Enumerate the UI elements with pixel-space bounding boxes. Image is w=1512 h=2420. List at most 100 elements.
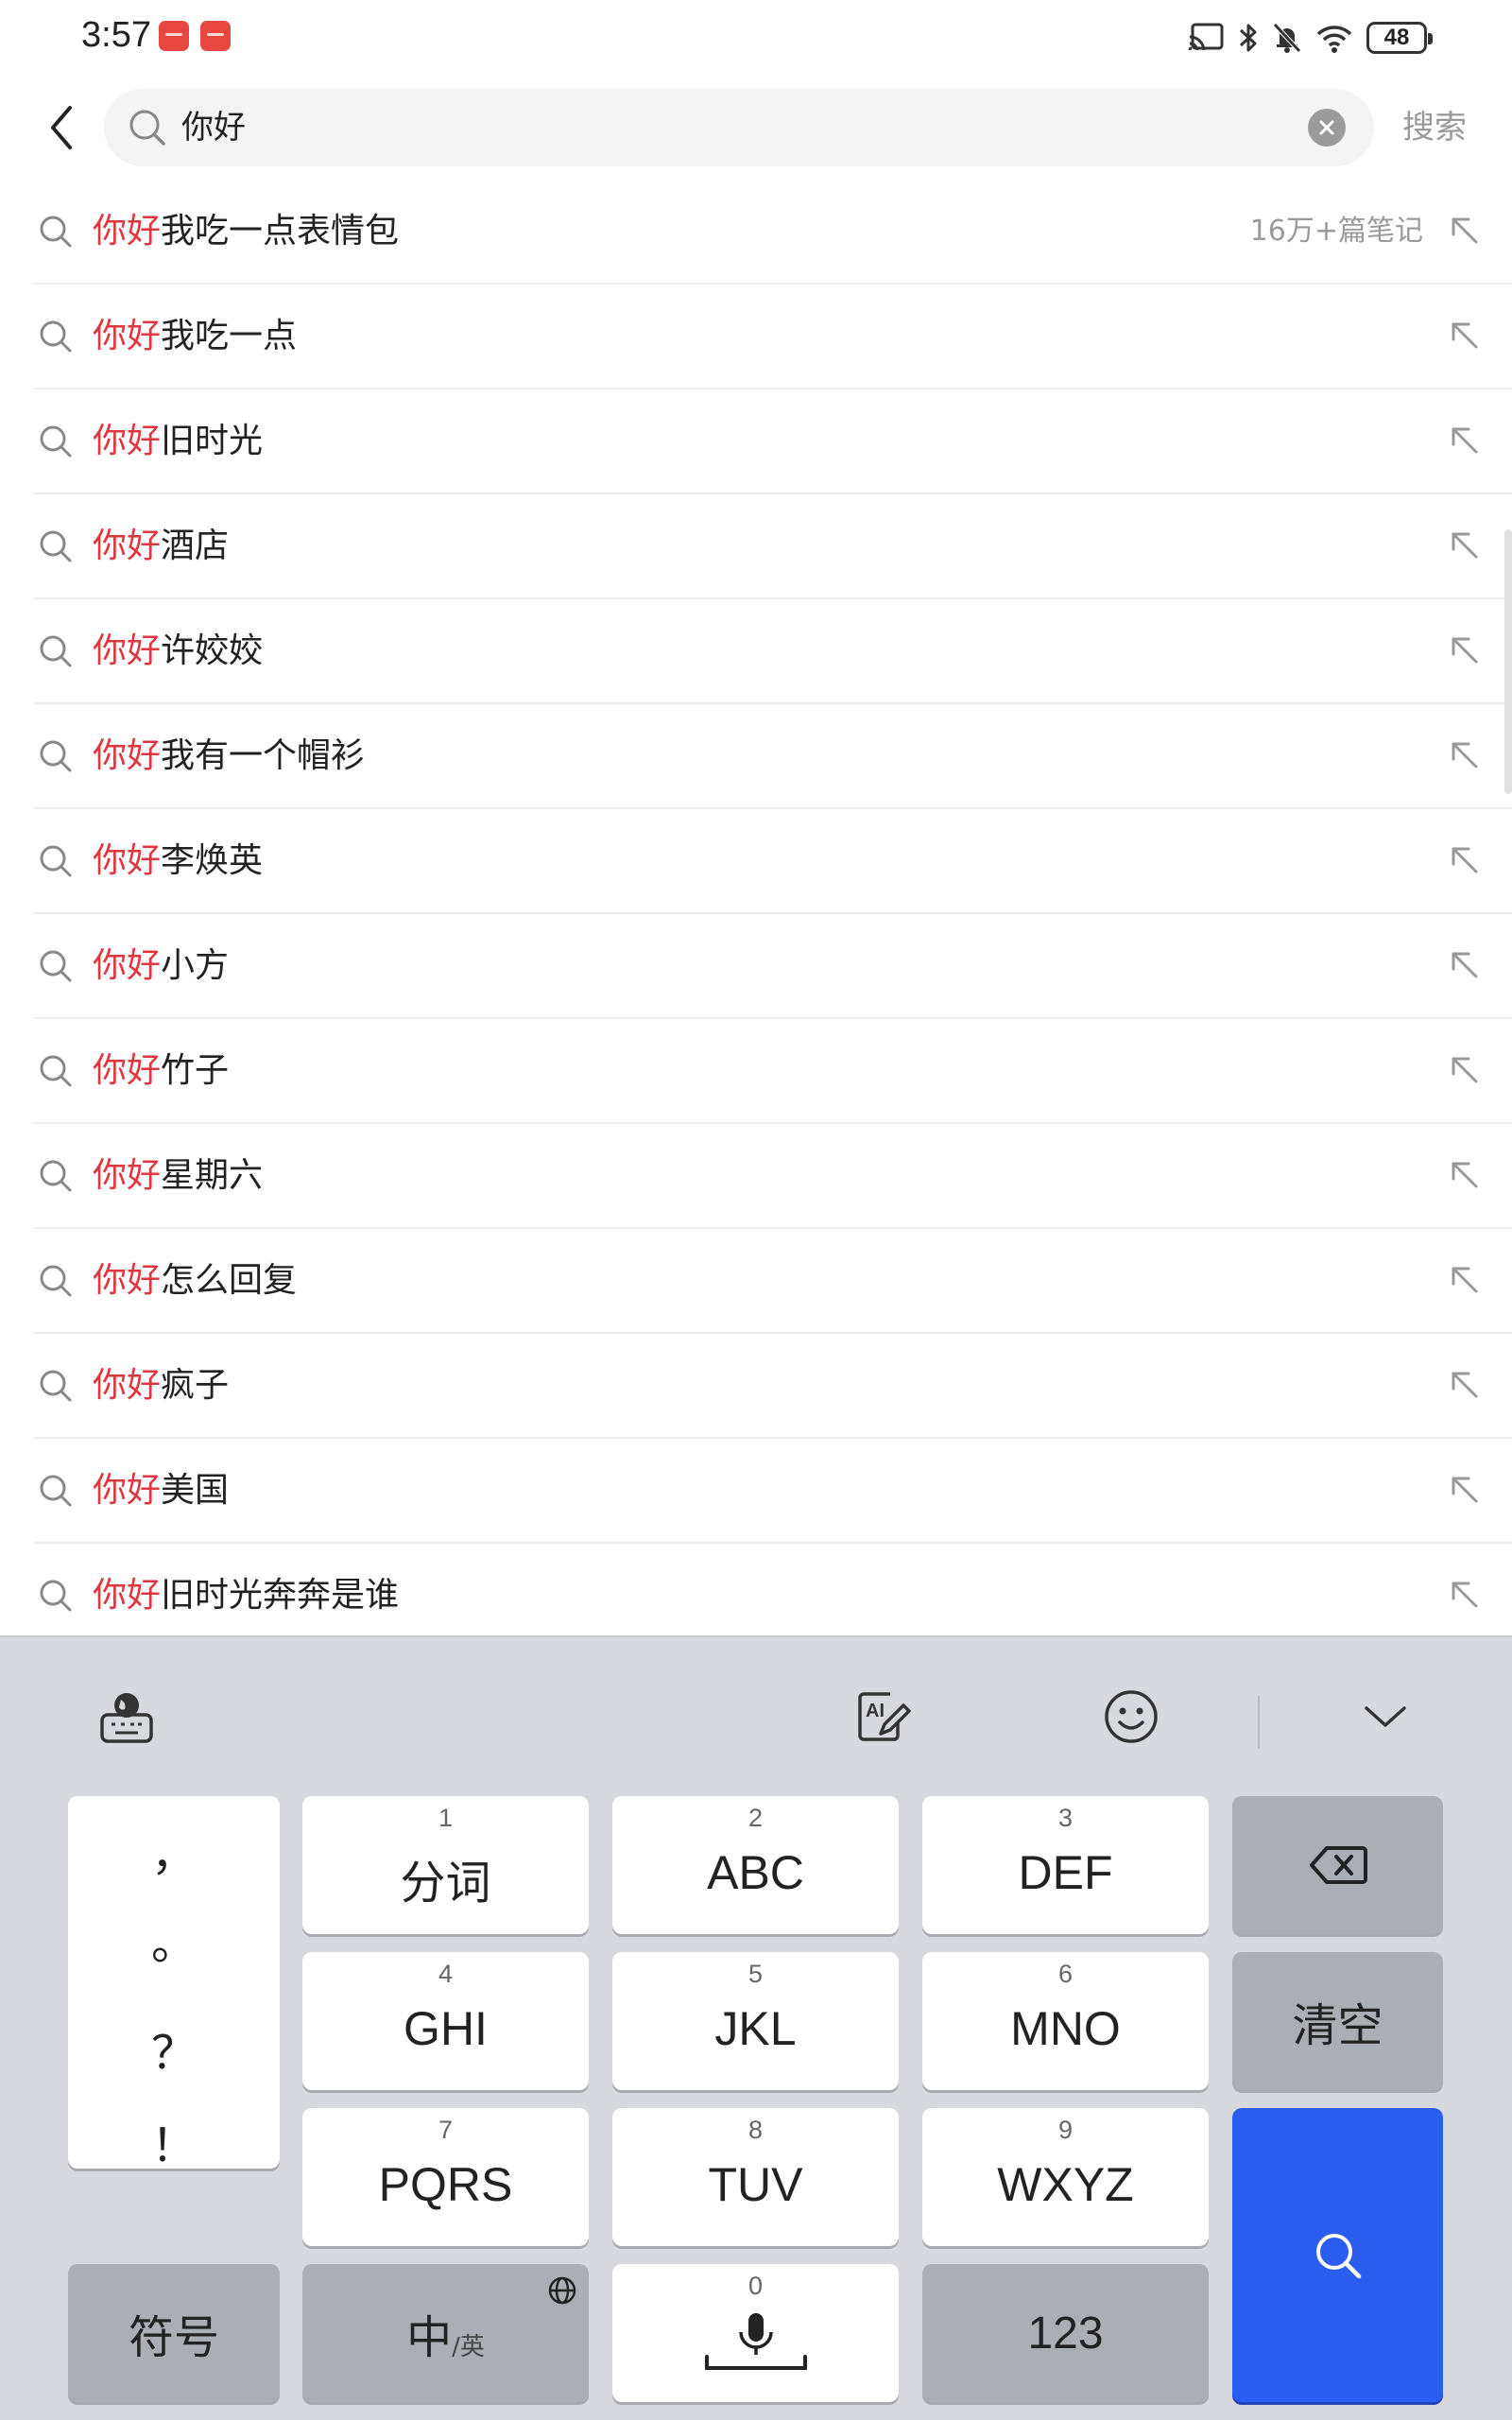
- suggestion-text: 你好星期六: [93, 1124, 263, 1227]
- status-icons: 48: [1187, 19, 1433, 57]
- key-4[interactable]: 4 GHI: [302, 1952, 589, 2090]
- suggestion-item[interactable]: 你好星期六: [34, 1124, 1512, 1229]
- suggestion-item[interactable]: 你好许姣姣: [34, 599, 1512, 704]
- key-6[interactable]: 6 MNO: [922, 1952, 1209, 2090]
- backspace-icon: [1309, 1846, 1367, 1884]
- suggestion-item[interactable]: 你好我有一个帽衫: [34, 704, 1512, 809]
- ai-write-button[interactable]: AI: [847, 1681, 919, 1753]
- arrow-up-left-icon[interactable]: [1448, 843, 1482, 877]
- suggestion-text: 你好酒店: [93, 494, 229, 597]
- suggestion-highlight: 你好: [93, 946, 162, 985]
- suggestion-item[interactable]: 你好竹子: [34, 1019, 1512, 1124]
- search-icon: [40, 950, 72, 982]
- clear-search-button[interactable]: [1308, 109, 1346, 147]
- key-5[interactable]: 5 JKL: [612, 1952, 899, 2090]
- exclamation-key[interactable]: ！: [68, 2108, 280, 2174]
- suggestion-text: 你好许姣姣: [93, 599, 263, 702]
- suggestion-rest: 我有一个帽衫: [161, 736, 366, 775]
- search-enter-key[interactable]: [1232, 2108, 1443, 2402]
- suggestion-rest: 许姣姣: [161, 631, 264, 670]
- suggestion-highlight: 你好: [93, 422, 162, 460]
- question-key[interactable]: ？: [68, 2015, 280, 2082]
- arrow-up-left-icon[interactable]: [1448, 1473, 1482, 1507]
- arrow-up-left-icon[interactable]: [1448, 1368, 1482, 1402]
- arrow-up-left-icon[interactable]: [1448, 948, 1482, 982]
- search-input[interactable]: [181, 89, 1278, 166]
- chevron-down-icon: [1365, 1706, 1406, 1727]
- keyboard-globe-icon: [100, 1693, 153, 1743]
- suggestion-highlight: 你好: [93, 1156, 162, 1195]
- suggestion-item[interactable]: 你好旧时光奔奔是谁: [34, 1544, 1512, 1649]
- suggestion-item[interactable]: 你好酒店: [34, 494, 1512, 599]
- arrow-up-left-icon[interactable]: [1448, 633, 1482, 667]
- back-button[interactable]: [28, 95, 94, 161]
- suggestion-text: 你好竹子: [93, 1019, 229, 1122]
- numeric-key[interactable]: 123: [922, 2264, 1209, 2402]
- search-icon: [40, 1265, 72, 1297]
- suggestion-highlight: 你好: [93, 317, 162, 355]
- microphone-icon: [705, 2313, 807, 2370]
- suggestion-text: 你好怎么回复: [93, 1229, 297, 1332]
- suggestion-rest: 小方: [161, 946, 230, 985]
- key-2[interactable]: 2 ABC: [612, 1796, 899, 1934]
- search-icon: [40, 1580, 72, 1612]
- period-key[interactable]: 。: [68, 1906, 280, 1972]
- search-icon: [40, 740, 72, 772]
- suggestion-item[interactable]: 你好李焕英: [34, 809, 1512, 914]
- punctuation-key[interactable]: ， 。 ？ ！: [68, 1796, 280, 2172]
- arrow-up-left-icon[interactable]: [1448, 1053, 1482, 1087]
- key-0-space[interactable]: 0: [612, 2264, 899, 2402]
- key-7[interactable]: 7 PQRS: [302, 2108, 589, 2246]
- arrow-up-left-icon[interactable]: [1448, 214, 1482, 248]
- scrollbar[interactable]: [1504, 529, 1512, 794]
- suggestion-text: 你好李焕英: [93, 809, 263, 912]
- suggestion-text: 你好疯子: [93, 1334, 229, 1437]
- suggestion-item[interactable]: 你好我吃一点: [34, 285, 1512, 389]
- arrow-up-left-icon[interactable]: [1448, 528, 1482, 562]
- suggestion-list: 你好我吃一点表情包 16万+篇笔记 你好我吃一点 你好旧时光 你好酒店 你好许姣…: [0, 180, 1512, 1649]
- key-9[interactable]: 9 WXYZ: [922, 2108, 1209, 2246]
- arrow-up-left-icon[interactable]: [1448, 1578, 1482, 1612]
- toolbar-divider: [1258, 1696, 1260, 1749]
- suggestion-item[interactable]: 你好怎么回复: [34, 1229, 1512, 1334]
- suggestion-item[interactable]: 你好我吃一点表情包 16万+篇笔记: [34, 180, 1512, 285]
- key-8[interactable]: 8 TUV: [612, 2108, 899, 2246]
- bluetooth-icon: [1239, 24, 1257, 52]
- search-button[interactable]: 搜索: [1402, 89, 1467, 166]
- emoji-icon: [1105, 1690, 1158, 1743]
- app-notification-icon: [159, 21, 189, 51]
- suggestion-rest: 疯子: [161, 1366, 230, 1405]
- suggestion-text: 你好小方: [93, 914, 229, 1017]
- search-icon: [129, 110, 165, 146]
- keyboard-settings-button[interactable]: [91, 1681, 163, 1753]
- arrow-up-left-icon[interactable]: [1448, 1158, 1482, 1192]
- close-icon: [1319, 120, 1334, 135]
- clear-key[interactable]: 清空: [1232, 1952, 1443, 2090]
- search-icon: [40, 845, 72, 877]
- suggestion-item[interactable]: 你好小方: [34, 914, 1512, 1019]
- comma-key[interactable]: ，: [68, 1817, 280, 1883]
- suggestion-highlight: 你好: [93, 1261, 162, 1300]
- key-1[interactable]: 1 分词: [302, 1796, 589, 1934]
- key-3[interactable]: 3 DEF: [922, 1796, 1209, 1934]
- suggestion-text: 你好旧时光: [93, 389, 263, 493]
- language-switch-key[interactable]: 中/英: [302, 2264, 589, 2402]
- suggestion-rest: 李焕英: [161, 841, 264, 880]
- hide-keyboard-button[interactable]: [1349, 1681, 1421, 1753]
- suggestion-highlight: 你好: [93, 1576, 162, 1615]
- emoji-button[interactable]: [1095, 1681, 1167, 1753]
- search-box[interactable]: [104, 89, 1374, 166]
- search-icon: [40, 320, 72, 353]
- symbols-key[interactable]: 符号: [68, 2264, 280, 2402]
- suggestion-item[interactable]: 你好疯子: [34, 1334, 1512, 1439]
- lang-sub-label: /英: [452, 2332, 485, 2361]
- arrow-up-left-icon[interactable]: [1448, 738, 1482, 772]
- suggestion-item[interactable]: 你好旧时光: [34, 389, 1512, 494]
- arrow-up-left-icon[interactable]: [1448, 1263, 1482, 1297]
- search-icon: [40, 1160, 72, 1192]
- backspace-key[interactable]: [1232, 1796, 1443, 1934]
- arrow-up-left-icon[interactable]: [1448, 319, 1482, 353]
- suggestion-item[interactable]: 你好美国: [34, 1439, 1512, 1544]
- search-icon: [40, 425, 72, 458]
- arrow-up-left-icon[interactable]: [1448, 424, 1482, 458]
